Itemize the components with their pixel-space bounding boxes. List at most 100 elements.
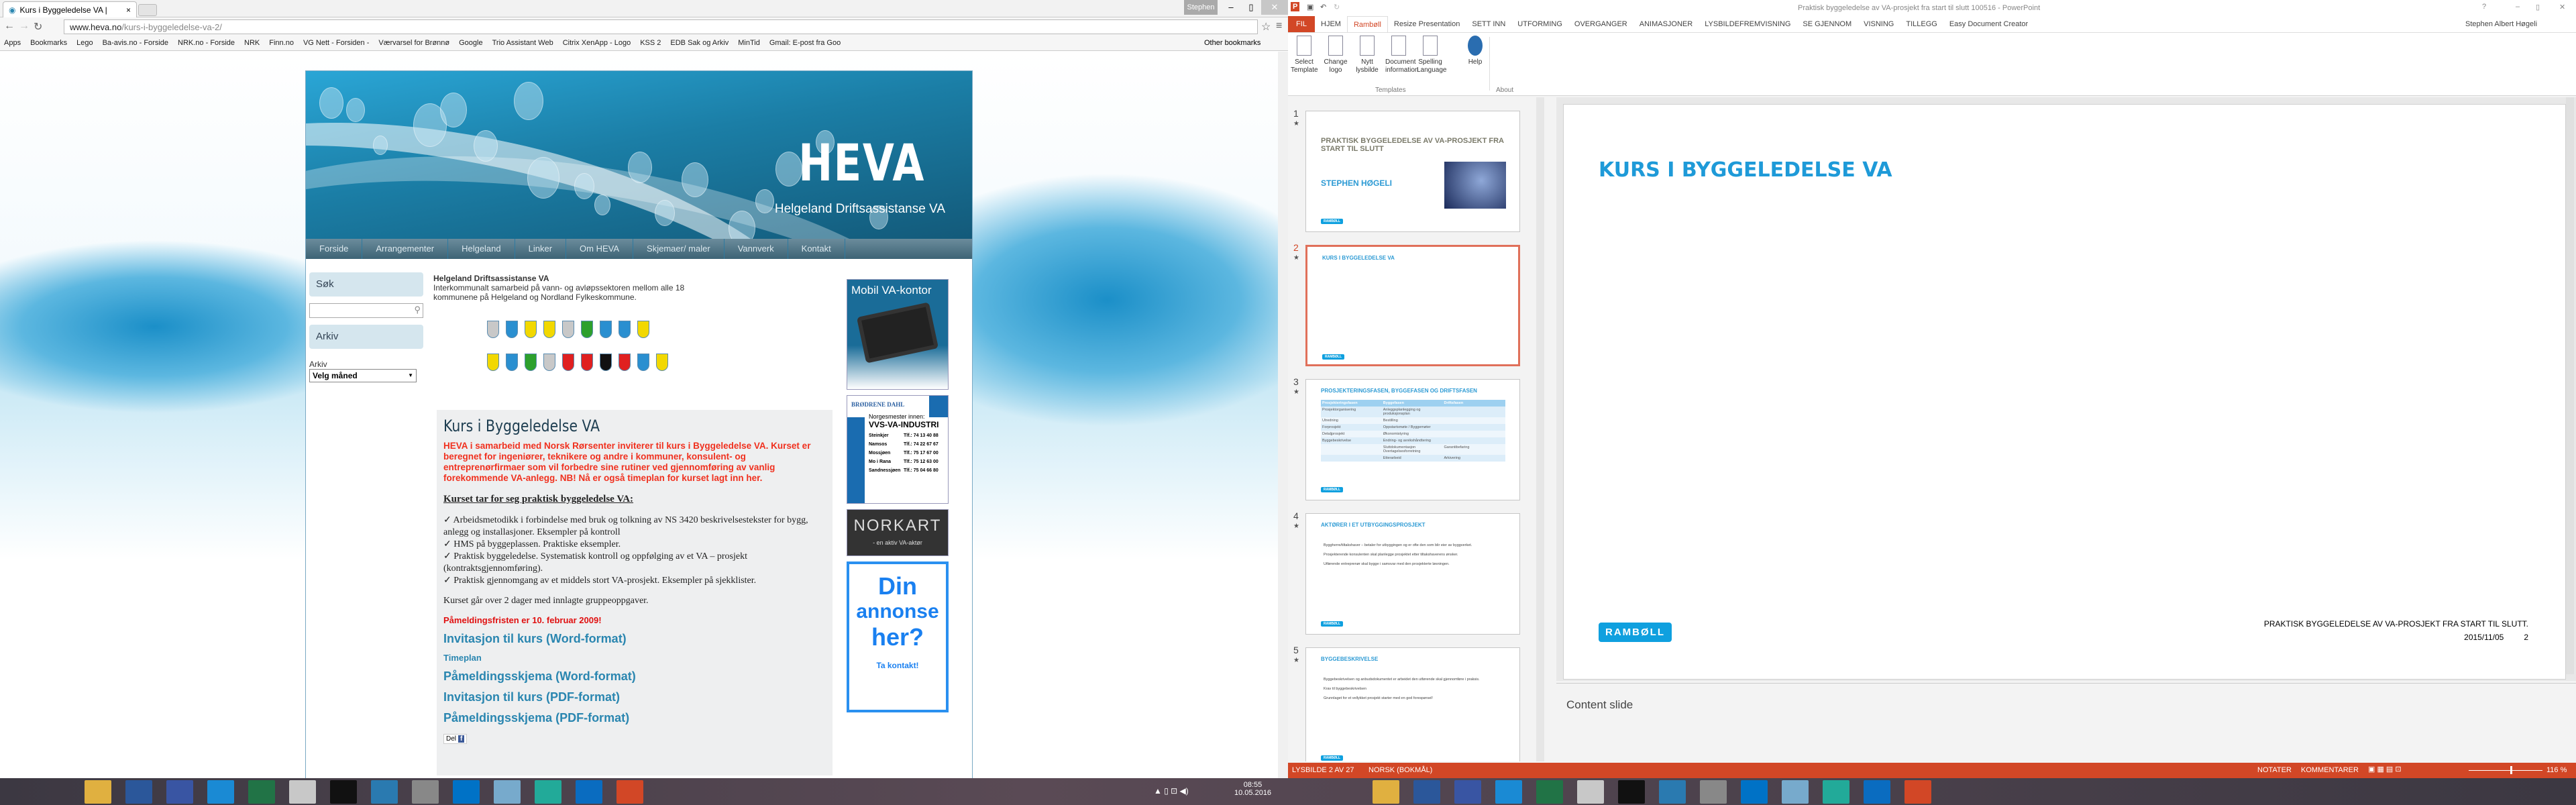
profile-button[interactable]: Stephen bbox=[1184, 0, 1218, 15]
thumbnail-scrollbar[interactable] bbox=[1536, 97, 1544, 761]
ribbon-tab[interactable]: Easy Document Creator bbox=[1943, 16, 2034, 32]
redo-icon[interactable]: ↻ bbox=[1334, 3, 1340, 11]
archive-select[interactable]: Velg måned ▼ bbox=[309, 369, 417, 382]
ribbon-tab[interactable]: SE GJENNOM bbox=[1796, 16, 1858, 32]
nav-item[interactable]: Forside bbox=[306, 239, 363, 259]
undo-icon[interactable]: ↶ bbox=[1320, 3, 1326, 11]
bookmark-item[interactable]: Google bbox=[459, 39, 482, 48]
municipality-shield[interactable] bbox=[506, 321, 518, 338]
visio-taskbar-icon[interactable] bbox=[166, 780, 193, 804]
zoom-slider[interactable] bbox=[2469, 766, 2542, 774]
notes-button[interactable]: NOTATER bbox=[2257, 766, 2292, 774]
editor-scrollbar[interactable] bbox=[2566, 97, 2574, 674]
maximize-icon[interactable]: ▯ bbox=[1241, 0, 1261, 15]
zoom-level[interactable]: 116 % bbox=[2546, 766, 2567, 774]
site-logo[interactable]: HEVA bbox=[798, 133, 925, 193]
ie-taskbar-icon[interactable] bbox=[1332, 780, 1358, 804]
notepad-taskbar-icon[interactable] bbox=[330, 780, 357, 804]
slide-thumbnail[interactable]: AKTØRER I ET UTBYGGINGSPROSJEKT Byggherre… bbox=[1305, 513, 1520, 635]
bookmark-item[interactable]: MinTid bbox=[738, 39, 760, 48]
ribbon-button[interactable]: Change logo bbox=[1322, 36, 1349, 74]
normal-view-icon[interactable]: ▣ ▦ ▤ ⊡ bbox=[2368, 765, 2402, 773]
outlook-taskbar-icon[interactable] bbox=[453, 780, 480, 804]
bookmark-item[interactable]: Trio Assistant Web bbox=[492, 39, 553, 48]
tray-icons[interactable]: ▲ ▯ ⊡ ◀) bbox=[1154, 786, 1189, 796]
visio-taskbar-icon[interactable] bbox=[1454, 780, 1481, 804]
municipality-shield[interactable] bbox=[600, 354, 612, 371]
start-taskbar-icon[interactable] bbox=[3, 780, 30, 804]
bookmark-item[interactable]: Værvarsel for Brønnø bbox=[378, 39, 449, 48]
ribbon-tab[interactable]: FIL bbox=[1288, 16, 1315, 32]
ribbon-button[interactable]: Spelling Language bbox=[1417, 36, 1447, 74]
vpn-taskbar-icon[interactable] bbox=[1823, 780, 1849, 804]
ribbon-tab[interactable]: UTFORMING bbox=[1511, 16, 1568, 32]
back-icon[interactable]: ← bbox=[4, 20, 15, 32]
municipality-shield[interactable] bbox=[543, 321, 555, 338]
user-name[interactable]: Stephen Albert Høgeli bbox=[2465, 20, 2537, 28]
bookmark-item[interactable]: EDB Sak og Arkiv bbox=[670, 39, 729, 48]
comments-button[interactable]: KOMMENTARER bbox=[2301, 766, 2359, 774]
ad-mobil-va-kontor[interactable]: Mobil VA-kontor bbox=[847, 279, 949, 390]
municipality-shield[interactable] bbox=[581, 354, 593, 371]
municipality-shield[interactable] bbox=[487, 321, 499, 338]
bookmark-item[interactable]: NRK bbox=[244, 39, 260, 48]
ad-din-annonse[interactable]: Din annonse her? Ta kontakt! bbox=[847, 561, 949, 712]
municipality-shield[interactable] bbox=[543, 354, 555, 371]
download-link[interactable]: Invitasjon til kurs (Word-format) bbox=[443, 632, 826, 646]
municipality-shield[interactable] bbox=[619, 321, 631, 338]
ribbon-tab[interactable]: Resize Presentation bbox=[1388, 16, 1466, 32]
ribbon-tab[interactable]: Rambøll bbox=[1346, 16, 1388, 32]
close-icon[interactable]: ✕ bbox=[1261, 0, 1288, 15]
other-bookmarks[interactable]: Other bookmarks bbox=[1204, 39, 1260, 47]
ad-brodrene-dahl[interactable]: BRØDRENE DAHL Norgesmester innen: VVS-VA… bbox=[847, 395, 949, 504]
nav-item[interactable]: Vannverk bbox=[724, 239, 788, 259]
notes-taskbar-icon[interactable] bbox=[494, 780, 521, 804]
download-link[interactable]: Påmeldingsskjema (PDF-format) bbox=[443, 711, 826, 725]
clock[interactable]: 08:55 10.05.2016 bbox=[1234, 781, 1271, 797]
current-slide[interactable]: KURS I BYGGELEDELSE VA RAMBØLL PRAKTISK … bbox=[1563, 104, 2566, 680]
new-tab-button[interactable] bbox=[138, 4, 157, 16]
ribbon-tab[interactable]: LYSBILDEFREMVISNING bbox=[1699, 16, 1796, 32]
ribbon-tab[interactable]: OVERGANGER bbox=[1568, 16, 1633, 32]
municipality-shield[interactable] bbox=[637, 354, 649, 371]
bookmark-item[interactable]: NRK.no - Forside bbox=[178, 39, 235, 48]
star-icon[interactable]: ☆ bbox=[1261, 20, 1271, 34]
nav-item[interactable]: Helgeland bbox=[448, 239, 515, 259]
municipality-shield[interactable] bbox=[581, 321, 593, 338]
ie-taskbar-icon[interactable] bbox=[44, 780, 70, 804]
menu-icon[interactable]: ≡ bbox=[1276, 20, 1282, 32]
notes-pane[interactable]: Content slide bbox=[1556, 683, 2576, 762]
address-bar[interactable]: www.heva.no/kurs-i-byggeledelse-va-2/ bbox=[64, 19, 1258, 34]
word-taskbar-icon[interactable] bbox=[125, 780, 152, 804]
help-icon[interactable]: ? bbox=[2482, 3, 2486, 11]
maximize-icon[interactable]: ▯ bbox=[2536, 3, 2540, 11]
dm-taskbar-icon[interactable] bbox=[207, 780, 234, 804]
bookmark-item[interactable]: VG Nett - Forsiden - bbox=[303, 39, 369, 48]
slide-thumbnail[interactable]: KURS I BYGGELEDELSE VA RAMBØLL bbox=[1305, 245, 1520, 366]
minimize-icon[interactable]: – bbox=[2516, 3, 2520, 11]
nav-item[interactable]: Kontakt bbox=[788, 239, 845, 259]
save-icon[interactable]: ▣ bbox=[1307, 3, 1313, 11]
municipality-shield[interactable] bbox=[487, 354, 499, 371]
start-taskbar-icon[interactable] bbox=[1291, 780, 1318, 804]
ribbon-tab[interactable]: ANIMASJONER bbox=[1633, 16, 1699, 32]
municipality-shield[interactable] bbox=[506, 354, 518, 371]
ribbon-button[interactable]: Help bbox=[1462, 36, 1489, 66]
municipality-shield[interactable] bbox=[656, 354, 668, 371]
notes-taskbar-icon[interactable] bbox=[1782, 780, 1809, 804]
minimize-icon[interactable]: – bbox=[1221, 0, 1241, 15]
ribbon-tab[interactable]: VISNING bbox=[1858, 16, 1900, 32]
bookmark-item[interactable]: Bookmarks bbox=[30, 39, 67, 48]
slide-thumbnail[interactable]: PRAKTISK BYGGELEDELSE AV VA-PROSJEKT FRA… bbox=[1305, 111, 1520, 232]
hiveworks-taskbar-icon[interactable] bbox=[371, 780, 398, 804]
explorer-taskbar-icon[interactable] bbox=[85, 780, 111, 804]
scrollbar[interactable] bbox=[1278, 52, 1288, 778]
excel-taskbar-icon[interactable] bbox=[1536, 780, 1563, 804]
share-button[interactable]: Del f bbox=[443, 734, 468, 744]
ribbon-tab[interactable]: HJEM bbox=[1315, 16, 1347, 32]
slide-title[interactable]: KURS I BYGGELEDELSE VA bbox=[1599, 158, 1892, 182]
ribbon-button[interactable]: Document information bbox=[1385, 36, 1418, 74]
powerpoint-taskbar-icon[interactable] bbox=[616, 780, 643, 804]
slide-thumbnail[interactable]: PROSJEKTERINGSFASEN, BYGGEFASEN OG DRIFT… bbox=[1305, 379, 1520, 500]
browser-tab[interactable]: ◉ Kurs i Byggeledelse VA | × bbox=[3, 1, 137, 17]
